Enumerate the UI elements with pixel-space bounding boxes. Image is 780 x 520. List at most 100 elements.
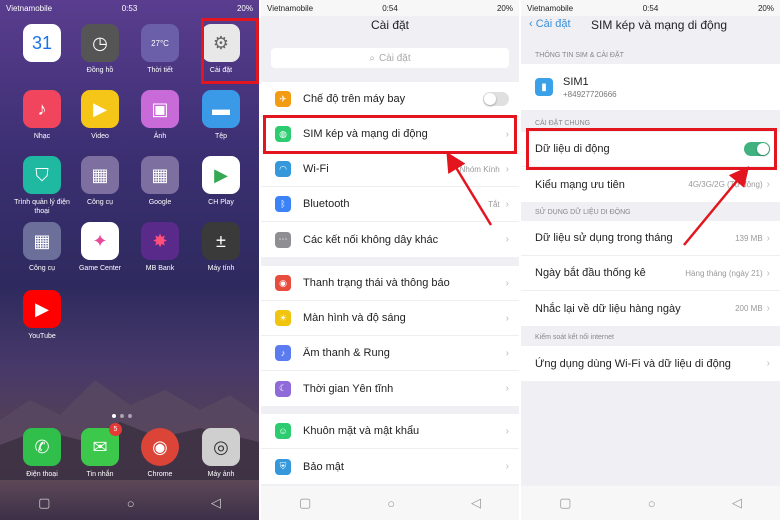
usage-group: Dữ liệu sử dụng trong tháng 139 MB › Ngày b… [521,221,780,326]
app-label: Máy ảnh [207,471,235,478]
app-tools-folder[interactable]: ▦ Công cụ [72,156,128,207]
app-label: Điện thoại [26,471,58,478]
app-label: CH Play [208,199,234,206]
usage-row-value: 139 MB [735,233,763,243]
network-type-row[interactable]: Kiểu mạng ưu tiên 4G/3G/2G (Tự động) › [521,167,780,202]
settings-row-label: Bảo mật [303,460,344,473]
chevron-right-icon: › [505,234,509,245]
settings-row-wifi[interactable]: ◠ Wi-Fi Nhóm Kính › [261,152,519,187]
status-bar: Vietnamobile 0:54 20% [261,0,519,16]
app-music[interactable]: ♪ Nhạc [14,90,70,141]
app-google-folder[interactable]: ▦ Google [132,156,188,207]
home-button[interactable]: ○ [127,496,135,511]
back-link[interactable]: ‹ Cài đặt [529,18,571,30]
status-bar: Vietnamobile 0:53 20% [0,0,259,16]
app-calendar[interactable]: 31 [14,24,70,66]
settings-row-display[interactable]: ☀ Màn hình và độ sáng › [261,301,519,336]
video-icon: ▶ [81,90,119,128]
sim1-name: SIM1 [563,75,589,88]
app-label: Nhạc [33,133,51,140]
dock-app-chrome[interactable]: ◉ Chrome [132,428,188,479]
app-tools-folder-2[interactable]: ▦ Công cụ [14,222,70,273]
recents-button[interactable]: ▢ [559,495,571,511]
home-button[interactable]: ○ [387,496,395,511]
app-label: Tệp [214,133,228,140]
more-connections-icon: ⋯ [275,231,291,248]
settings-row-security[interactable]: ⛨ Bảo mật › [261,449,519,484]
back-button[interactable]: ◁ [732,495,742,511]
recents-button[interactable]: ▢ [38,495,50,511]
recents-button[interactable]: ▢ [299,495,311,511]
app-video[interactable]: ▶ Video [72,90,128,141]
usage-row[interactable]: Dữ liệu sử dụng trong tháng 139 MB › [521,221,780,256]
highlight-settings-app [201,18,259,84]
search-icon: ⌕ [369,52,375,64]
chevron-right-icon: › [505,425,509,437]
chevron-right-icon: › [766,232,770,244]
settings-group-security: ☺ Khuôn mặt và mật khẩu › ⛨ Bảo mật › [261,414,519,484]
search-input[interactable]: ⌕ Cài đặt [271,48,509,68]
settings-row-label: Khuôn mặt và mật khẩu [303,425,420,437]
app-label: Ảnh [153,133,167,140]
settings-row-label: Thanh trạng thái và thông báo [303,277,450,289]
section-header-general: CÀI ĐẶT CHUNG [535,120,591,127]
chevron-right-icon: › [766,358,770,369]
back-button[interactable]: ◁ [471,495,481,511]
settings-row-label: Bluetooth [303,198,350,210]
dock-app-camera[interactable]: ◎ Máy ảnh [193,428,249,479]
usage-row-value: Hàng tháng (ngày 21) [685,268,763,278]
app-game-center[interactable]: ✦ Game Center [72,222,128,273]
chevron-right-icon: › [766,303,770,314]
chevron-right-icon: › [505,277,509,289]
settings-row-bluetooth[interactable]: ᛒ Bluetooth Tắt › [261,187,519,222]
app-calculator[interactable]: ± Máy tính [193,222,249,273]
dock-app-messages[interactable]: ✉ 5 Tin nhắn [72,423,128,479]
settings-row-label: Chế độ trên máy bay [303,93,406,105]
app-mb-bank[interactable]: ✸ MB Bank [132,222,188,273]
app-label: Công cụ [86,199,114,206]
usage-row-label: Nhắc lại về dữ liệu hàng ngày [535,302,681,315]
settings-row-more-connections[interactable]: ⋯ Các kết nối không dây khác › [261,222,519,257]
app-weather[interactable]: 27°C Thời tiết [132,24,188,75]
settings-row-airplane[interactable]: ✈ Chế độ trên máy bay [261,82,519,117]
section-header-sim: THÔNG TIN SIM & CÀI ĐẶT [535,52,624,59]
game-center-icon: ✦ [81,222,119,260]
settings-row-notification[interactable]: ◉ Thanh trạng thái và thông báo › [261,266,519,301]
chevron-right-icon: › [766,267,770,279]
home-button[interactable]: ○ [648,496,656,511]
sim1-card[interactable]: ▮ SIM1 +84927720666 [521,64,780,110]
usage-row[interactable]: Nhắc lại về dữ liệu hàng ngày 200 MB › [521,291,780,326]
apps-wifi-data-row[interactable]: Ứng dụng dùng Wi-Fi và dữ liệu di động › [521,346,780,381]
chevron-right-icon: › [766,179,770,190]
app-label: Thời tiết [147,67,173,74]
app-photos[interactable]: ▣ Ảnh [132,90,188,141]
settings-row-sound[interactable]: ♪ Âm thanh & Rung › [261,336,519,371]
chevron-right-icon: › [505,347,509,359]
settings-row-quiet-time[interactable]: ☾ Thời gian Yên tĩnh › [261,371,519,406]
chevron-left-icon: ‹ [529,18,536,30]
back-button[interactable]: ◁ [211,495,221,511]
usage-row-value: 200 MB [735,304,763,313]
music-icon: ♪ [23,90,61,128]
app-clock[interactable]: ◷ Đồng hồ [72,24,128,75]
calendar-icon: 31 [23,24,61,62]
tools-folder-icon: ▦ [81,156,119,194]
dock-app-phone[interactable]: ✆ Điện thoại [14,428,70,479]
usage-row[interactable]: Ngày bắt đầu thống kê Hàng tháng (ngày 21… [521,256,780,291]
chevron-right-icon: › [505,461,509,472]
app-label: Máy tính [207,265,235,272]
app-label: MB Bank [145,265,175,272]
home-screen: Vietnamobile 0:53 20% 31 ◷ Đồng hồ 27°C Thời… [0,0,259,520]
highlight-sim-row [263,115,517,154]
airplane-icon: ✈ [275,91,291,107]
app-files[interactable]: ▬ Tệp [193,90,249,141]
app-play-store[interactable]: ▶ CH Play [193,156,249,207]
chrome-icon: ◉ [141,428,179,466]
app-phone-manager[interactable]: ⛉ Trình quản lý điện thoại [14,156,70,216]
airplane-mode-toggle[interactable] [483,92,509,106]
app-label: Video [91,133,109,140]
quiet-time-icon: ☾ [275,380,291,397]
settings-row-face-password[interactable]: ☺ Khuôn mặt và mật khẩu › [261,414,519,449]
app-youtube[interactable]: ▶ YouTube [14,290,70,341]
network-type-label: Kiểu mạng ưu tiên [535,178,625,191]
